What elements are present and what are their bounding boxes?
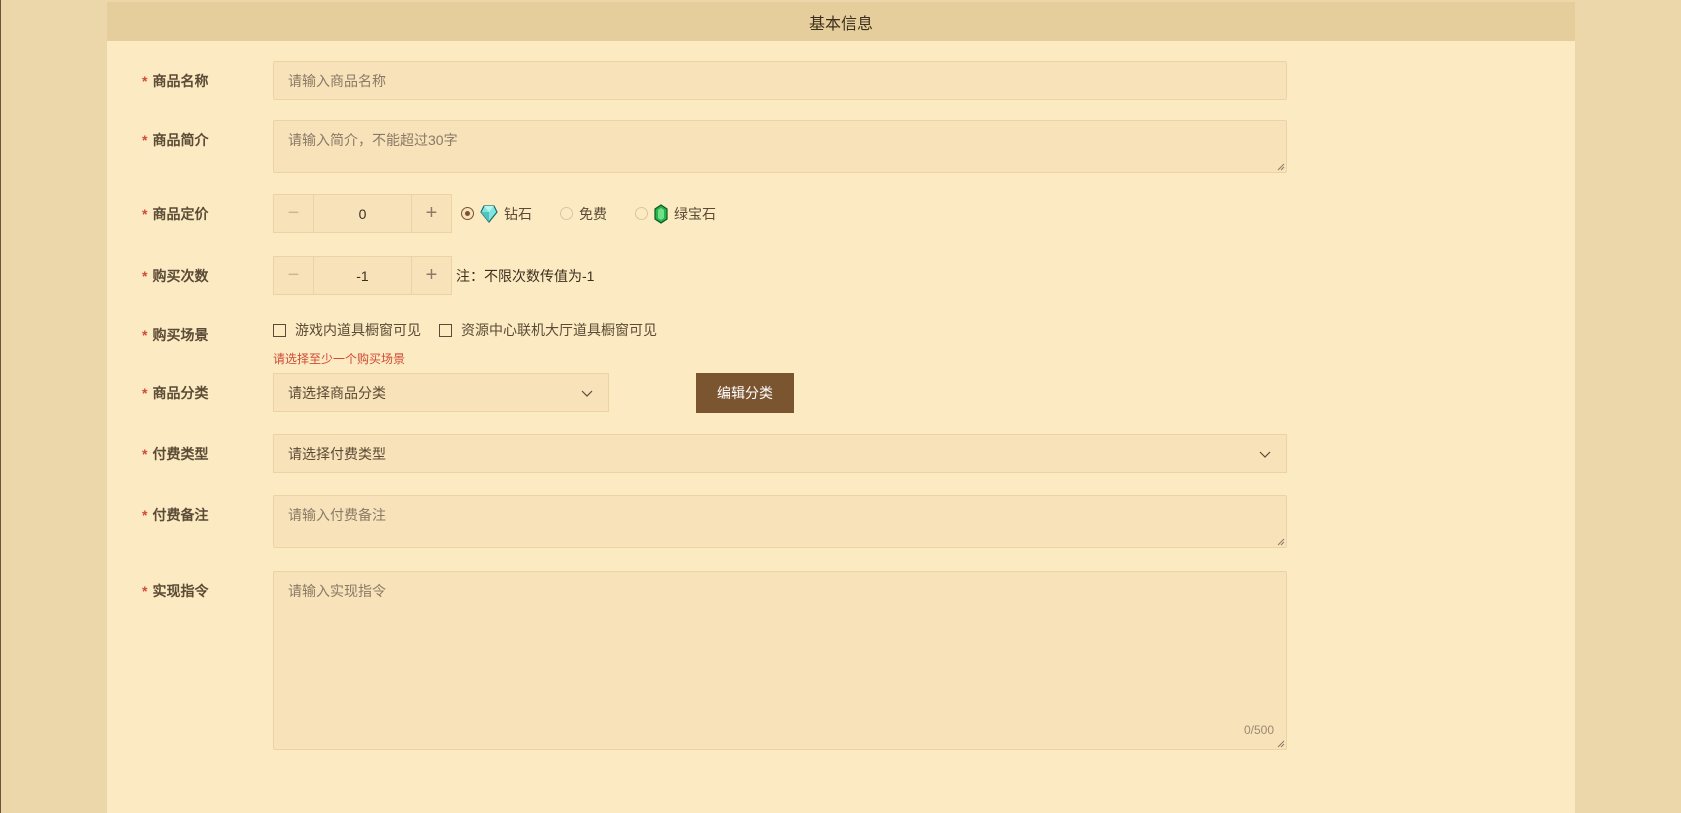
scene-error-message: 请选择至少一个购买场景 (273, 352, 406, 366)
count-value[interactable]: -1 (314, 257, 411, 294)
pay-type-select[interactable]: 请选择付费类型 (273, 434, 1287, 473)
count-decrement-button[interactable]: − (274, 257, 314, 294)
required-mark: * (142, 326, 148, 343)
radio-emerald[interactable]: 绿宝石 (635, 203, 716, 224)
required-mark: * (142, 131, 148, 148)
pay-note-textarea[interactable]: 请输入付费备注 (273, 495, 1287, 548)
emerald-icon (654, 203, 668, 224)
price-decrement-button[interactable]: − (274, 195, 314, 232)
scene-checkbox-group: 游戏内道具橱窗可见 资源中心联机大厅道具橱窗可见 (273, 315, 675, 345)
product-price-label: * 商品定价 (142, 205, 209, 222)
purchase-scene-label: * 购买场景 (142, 326, 209, 343)
purchase-count-stepper: − -1 + (273, 256, 452, 295)
resize-handle-icon[interactable] (1277, 740, 1285, 748)
radio-button[interactable] (635, 207, 648, 220)
product-intro-label: * 商品简介 (142, 131, 209, 148)
purchase-count-label: * 购买次数 (142, 267, 209, 284)
checkbox-resource-center[interactable]: 资源中心联机大厅道具橱窗可见 (439, 320, 657, 340)
edit-category-button[interactable]: 编辑分类 (696, 373, 794, 413)
checkbox[interactable] (273, 323, 286, 337)
required-mark: * (142, 205, 148, 222)
window-edge (0, 0, 1, 813)
checkbox-in-game[interactable]: 游戏内道具橱窗可见 (273, 320, 421, 340)
required-mark: * (142, 267, 148, 284)
pay-type-label: * 付费类型 (142, 445, 209, 462)
currency-radio-group: 钻石 免费 绿宝石 (461, 194, 744, 233)
required-mark: * (142, 72, 148, 89)
product-intro-textarea[interactable]: 请输入简介，不能超过30字 (273, 120, 1287, 173)
char-counter: 0/500 (1243, 723, 1274, 737)
required-mark: * (142, 582, 148, 599)
radio-button[interactable] (560, 207, 573, 220)
purchase-count-note: 注：不限次数传值为-1 (456, 267, 595, 284)
product-name-label: * 商品名称 (142, 72, 209, 89)
category-select[interactable]: 请选择商品分类 (273, 373, 609, 412)
price-stepper: − 0 + (273, 194, 452, 233)
section-title: 基本信息 (808, 15, 873, 33)
form-panel: 基本信息 * 商品名称 请输入商品名称 * 商品简介 请输入简介，不能超过30字… (107, 2, 1575, 813)
command-textarea[interactable]: 请输入实现指令 0/500 (273, 571, 1287, 750)
diamond-icon (480, 204, 498, 223)
command-label: * 实现指令 (142, 582, 209, 599)
count-increment-button[interactable]: + (411, 257, 451, 294)
required-mark: * (142, 445, 148, 462)
chevron-down-icon (581, 390, 593, 397)
radio-free[interactable]: 免费 (560, 204, 607, 224)
resize-handle-icon[interactable] (1277, 538, 1285, 546)
radio-diamond[interactable]: 钻石 (461, 204, 532, 224)
price-increment-button[interactable]: + (411, 195, 451, 232)
required-mark: * (142, 384, 148, 401)
resize-handle-icon[interactable] (1277, 163, 1285, 171)
pay-note-label: * 付费备注 (142, 506, 209, 523)
product-name-input[interactable]: 请输入商品名称 (273, 61, 1287, 100)
checkbox[interactable] (439, 323, 452, 337)
chevron-down-icon (1259, 451, 1271, 458)
section-header: 基本信息 (107, 2, 1575, 41)
product-category-label: * 商品分类 (142, 384, 209, 401)
radio-button-checked[interactable] (461, 207, 474, 220)
price-value[interactable]: 0 (314, 195, 411, 232)
required-mark: * (142, 506, 148, 523)
